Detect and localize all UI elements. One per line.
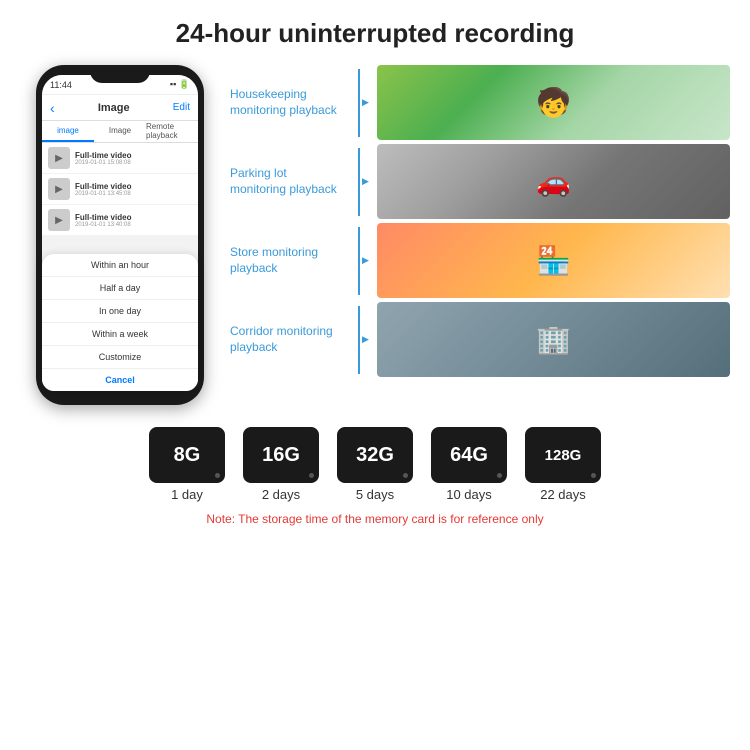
page-wrapper: 24-hour uninterrupted recording 11:44 ▪▪…	[0, 0, 750, 750]
sdcard-days-16g: 2 days	[262, 487, 300, 502]
sdcard-8g: 8G	[149, 427, 225, 483]
sdcard-days-8g: 1 day	[171, 487, 203, 502]
monitoring-label-parking: Parking lot monitoring playback	[230, 166, 350, 197]
sdcard-dot	[497, 473, 502, 478]
right-section: Housekeeping monitoring playback ▶ 🧒 Par…	[220, 65, 730, 377]
sdcard-64g: 64G	[431, 427, 507, 483]
sdcard-days-128g: 22 days	[540, 487, 586, 502]
video-icon: ▶	[48, 209, 70, 231]
sdcard-label-16g: 16G	[262, 444, 300, 467]
phone: 11:44 ▪▪ 🔋 ‹ Image Edit image	[36, 65, 204, 405]
monitoring-img-corridor: 🏢	[377, 302, 730, 377]
sdcard-item-128g: 128G 22 days	[525, 427, 601, 502]
phone-tab-image[interactable]: image	[42, 121, 94, 142]
video-icon: ▶	[48, 147, 70, 169]
sdcard-notch	[495, 427, 507, 439]
sdcard-dot	[403, 473, 408, 478]
video-icon: ▶	[48, 178, 70, 200]
sdcard-32g: 32G	[337, 427, 413, 483]
sdcard-dot	[591, 473, 596, 478]
phone-edit-button[interactable]: Edit	[173, 102, 190, 113]
dropdown-item-week[interactable]: Within a week	[42, 323, 198, 346]
dropdown-cancel-button[interactable]: Cancel	[42, 369, 198, 391]
phone-icons: ▪▪ 🔋	[170, 79, 190, 90]
monitoring-label-store: Store monitoring playback	[230, 245, 350, 276]
monitoring-label-corridor: Corridor monitoring playback	[230, 324, 350, 355]
middle-section: 11:44 ▪▪ 🔋 ‹ Image Edit image	[20, 65, 730, 405]
sdcard-dot	[309, 473, 314, 478]
storage-note: Note: The storage time of the memory car…	[206, 512, 543, 526]
sdcard-label-64g: 64G	[450, 444, 488, 467]
dropdown-item-oneday[interactable]: In one day	[42, 300, 198, 323]
monitoring-img-parking: 🚗	[377, 144, 730, 219]
sdcard-row: 8G 1 day 16G 2 days 32G 5	[149, 427, 601, 502]
sdcard-days-64g: 10 days	[446, 487, 492, 502]
sdcard-128g: 128G	[525, 427, 601, 483]
sdcard-item-8g: 8G 1 day	[149, 427, 225, 502]
sdcard-notch	[401, 427, 413, 439]
sdcard-label-32g: 32G	[356, 444, 394, 467]
phone-header: ‹ Image Edit	[42, 95, 198, 121]
sdcard-notch	[213, 427, 225, 439]
sdcard-label-8g: 8G	[174, 444, 201, 467]
dropdown-item-hour[interactable]: Within an hour	[42, 254, 198, 277]
phone-header-title: Image	[98, 102, 130, 114]
monitoring-item-housekeeping: Housekeeping monitoring playback ▶ 🧒	[230, 65, 730, 140]
list-item[interactable]: ▶ Full-time video 2019-01-01 13:40:08	[42, 205, 198, 235]
list-item[interactable]: ▶ Full-time video 2019-01-01 13:45:08	[42, 174, 198, 204]
monitoring-item-store: Store monitoring playback ▶ 🏪	[230, 223, 730, 298]
sdcard-notch	[307, 427, 319, 439]
sdcard-notch	[589, 427, 601, 439]
monitoring-item-corridor: Corridor monitoring playback ▶ 🏢	[230, 302, 730, 377]
dropdown-item-halfday[interactable]: Half a day	[42, 277, 198, 300]
phone-tabs: image Image Remote playback	[42, 121, 198, 143]
monitoring-img-housekeeping: 🧒	[377, 65, 730, 140]
sdcard-item-16g: 16G 2 days	[243, 427, 319, 502]
sdcard-days-32g: 5 days	[356, 487, 394, 502]
sdcard-item-32g: 32G 5 days	[337, 427, 413, 502]
phone-time: 11:44	[50, 80, 72, 90]
list-item[interactable]: ▶ Full-time video 2019-01-01 15:08:08	[42, 143, 198, 173]
phone-dropdown: Within an hour Half a day In one day Wit…	[42, 254, 198, 391]
sdcard-16g: 16G	[243, 427, 319, 483]
dropdown-item-customize[interactable]: Customize	[42, 346, 198, 369]
phone-tab-remote[interactable]: Remote playback	[146, 121, 198, 142]
phone-back-button[interactable]: ‹	[50, 100, 55, 116]
phone-tab-image2[interactable]: Image	[94, 121, 146, 142]
monitoring-label-housekeeping: Housekeeping monitoring playback	[230, 87, 350, 118]
sdcard-item-64g: 64G 10 days	[431, 427, 507, 502]
page-title: 24-hour uninterrupted recording	[176, 18, 575, 49]
phone-notch	[90, 65, 150, 83]
sdcard-label-128g: 128G	[545, 447, 582, 464]
sdcard-section: 8G 1 day 16G 2 days 32G 5	[20, 427, 730, 526]
sdcard-dot	[215, 473, 220, 478]
phone-wrapper: 11:44 ▪▪ 🔋 ‹ Image Edit image	[20, 65, 220, 405]
monitoring-item-parking: Parking lot monitoring playback ▶ 🚗	[230, 144, 730, 219]
monitoring-img-store: 🏪	[377, 223, 730, 298]
